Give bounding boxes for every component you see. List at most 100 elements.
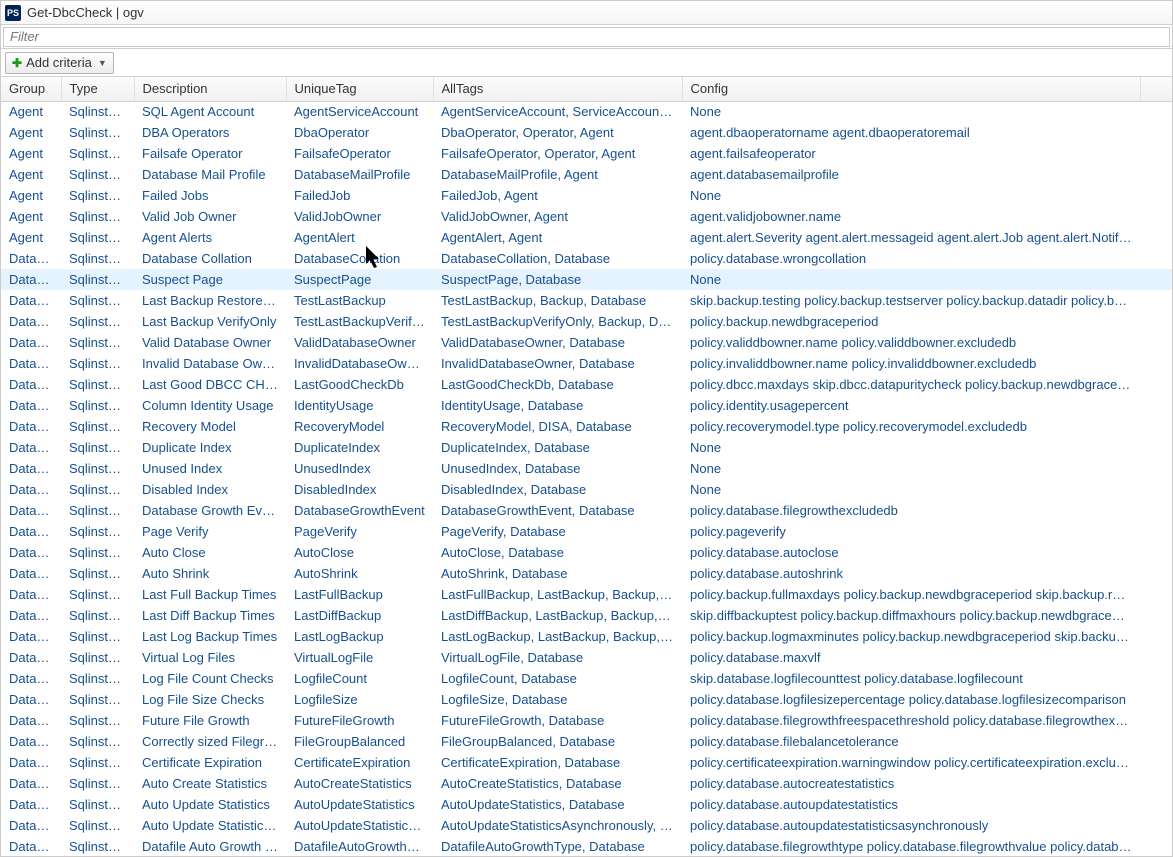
table-row[interactable]: DatabaseSqlinstanceDatabase Growth Event… (1, 500, 1172, 521)
table-row[interactable]: DatabaseSqlinstanceLast Backup Restore T… (1, 290, 1172, 311)
table-row[interactable]: DatabaseSqlinstanceDatabase CollationDat… (1, 248, 1172, 269)
table-row[interactable]: DatabaseSqlinstanceSuspect PageSuspectPa… (1, 269, 1172, 290)
cell-blank (1140, 731, 1172, 752)
table-row[interactable]: DatabaseSqlinstanceInvalid Database Owne… (1, 353, 1172, 374)
table-row[interactable]: DatabaseSqlinstanceDuplicate IndexDuplic… (1, 437, 1172, 458)
filter-input[interactable] (3, 27, 1170, 47)
cell-description: Future File Growth (134, 710, 286, 731)
cell-description: Auto Update Statistics (134, 794, 286, 815)
table-row[interactable]: DatabaseSqlinstanceAuto ShrinkAutoShrink… (1, 563, 1172, 584)
col-header-alltags[interactable]: AllTags (433, 77, 682, 101)
table-row[interactable]: AgentSqlinstanceDatabase Mail ProfileDat… (1, 164, 1172, 185)
cell-group: Database (1, 248, 61, 269)
cell-description: Correctly sized Filegroup... (134, 731, 286, 752)
col-header-blank[interactable] (1140, 77, 1172, 101)
cell-uniquetag: SuspectPage (286, 269, 433, 290)
col-header-config[interactable]: Config (682, 77, 1140, 101)
cell-config: policy.database.filegrowthexcludedb (682, 500, 1140, 521)
table-row[interactable]: DatabaseSqlinstanceFuture File GrowthFut… (1, 710, 1172, 731)
cell-config: policy.database.filebalancetolerance (682, 731, 1140, 752)
table-row[interactable]: DatabaseSqlinstanceColumn Identity Usage… (1, 395, 1172, 416)
cell-config: policy.certificateexpiration.warningwind… (682, 752, 1140, 773)
table-row[interactable]: DatabaseSqlinstanceLast Log Backup Times… (1, 626, 1172, 647)
add-criteria-button[interactable]: ✚ Add criteria ▼ (5, 52, 114, 74)
cell-description: Last Backup VerifyOnly (134, 311, 286, 332)
cell-uniquetag: CertificateExpiration (286, 752, 433, 773)
table-row[interactable]: AgentSqlinstanceSQL Agent AccountAgentSe… (1, 101, 1172, 122)
table-row[interactable]: DatabaseSqlinstanceCorrectly sized Fileg… (1, 731, 1172, 752)
table-row[interactable]: AgentSqlinstanceAgent AlertsAgentAlertAg… (1, 227, 1172, 248)
cell-group: Database (1, 500, 61, 521)
cell-description: Last Backup Restore Test (134, 290, 286, 311)
table-row[interactable]: DatabaseSqlinstanceVirtual Log FilesVirt… (1, 647, 1172, 668)
cell-blank (1140, 353, 1172, 374)
cell-blank (1140, 626, 1172, 647)
cell-blank (1140, 185, 1172, 206)
grid[interactable]: Group Type Description UniqueTag AllTags… (1, 77, 1172, 856)
cell-config: policy.identity.usagepercent (682, 395, 1140, 416)
cell-uniquetag: DatabaseMailProfile (286, 164, 433, 185)
cell-alltags: RecoveryModel, DISA, Database (433, 416, 682, 437)
cell-type: Sqlinstance (61, 668, 134, 689)
table-row[interactable]: AgentSqlinstanceFailsafe OperatorFailsaf… (1, 143, 1172, 164)
table-row[interactable]: DatabaseSqlinstanceAuto Create Statistic… (1, 773, 1172, 794)
cell-type: Sqlinstance (61, 836, 134, 856)
cell-config: agent.failsafeoperator (682, 143, 1140, 164)
table-row[interactable]: DatabaseSqlinstanceUnused IndexUnusedInd… (1, 458, 1172, 479)
cell-blank (1140, 437, 1172, 458)
cell-description: DBA Operators (134, 122, 286, 143)
table-row[interactable]: AgentSqlinstanceDBA OperatorsDbaOperator… (1, 122, 1172, 143)
cell-type: Sqlinstance (61, 101, 134, 122)
cell-group: Agent (1, 164, 61, 185)
cell-config: agent.databasemailprofile (682, 164, 1140, 185)
cell-blank (1140, 143, 1172, 164)
cell-group: Database (1, 836, 61, 856)
table-row[interactable]: DatabaseSqlinstanceLast Backup VerifyOnl… (1, 311, 1172, 332)
col-header-description[interactable]: Description (134, 77, 286, 101)
cell-alltags: AutoCreateStatistics, Database (433, 773, 682, 794)
cell-type: Sqlinstance (61, 773, 134, 794)
cell-description: Invalid Database Owner (134, 353, 286, 374)
cell-uniquetag: LastFullBackup (286, 584, 433, 605)
cell-group: Agent (1, 101, 61, 122)
table-row[interactable]: DatabaseSqlinstanceAuto CloseAutoCloseAu… (1, 542, 1172, 563)
table-row[interactable]: DatabaseSqlinstanceValid Database OwnerV… (1, 332, 1172, 353)
cell-type: Sqlinstance (61, 794, 134, 815)
table-row[interactable]: DatabaseSqlinstanceDatafile Auto Growth … (1, 836, 1172, 856)
cell-config: None (682, 479, 1140, 500)
cell-uniquetag: FutureFileGrowth (286, 710, 433, 731)
table-row[interactable]: DatabaseSqlinstancePage VerifyPageVerify… (1, 521, 1172, 542)
table-row[interactable]: DatabaseSqlinstanceCertificate Expiratio… (1, 752, 1172, 773)
cell-config: policy.backup.newdbgraceperiod (682, 311, 1140, 332)
table-row[interactable]: DatabaseSqlinstanceRecovery ModelRecover… (1, 416, 1172, 437)
cell-uniquetag: RecoveryModel (286, 416, 433, 437)
plus-icon: ✚ (12, 56, 22, 70)
cell-type: Sqlinstance (61, 605, 134, 626)
table-row[interactable]: AgentSqlinstanceFailed JobsFailedJobFail… (1, 185, 1172, 206)
cell-group: Database (1, 542, 61, 563)
cell-type: Sqlinstance (61, 353, 134, 374)
table-row[interactable]: DatabaseSqlinstanceAuto Update Statistic… (1, 815, 1172, 836)
cell-uniquetag: DisabledIndex (286, 479, 433, 500)
table-row[interactable]: DatabaseSqlinstanceLast Full Backup Time… (1, 584, 1172, 605)
cell-group: Database (1, 584, 61, 605)
cell-uniquetag: UnusedIndex (286, 458, 433, 479)
table-row[interactable]: DatabaseSqlinstanceLast Good DBCC CHECKD… (1, 374, 1172, 395)
cell-type: Sqlinstance (61, 752, 134, 773)
cell-description: Failsafe Operator (134, 143, 286, 164)
table-row[interactable]: DatabaseSqlinstanceLog File Count Checks… (1, 668, 1172, 689)
table-row[interactable]: DatabaseSqlinstanceAuto Update Statistic… (1, 794, 1172, 815)
table-row[interactable]: DatabaseSqlinstanceLog File Size ChecksL… (1, 689, 1172, 710)
cell-config: policy.database.autocreatestatistics (682, 773, 1140, 794)
col-header-uniquetag[interactable]: UniqueTag (286, 77, 433, 101)
col-header-type[interactable]: Type (61, 77, 134, 101)
cell-description: Last Log Backup Times (134, 626, 286, 647)
filter-row (1, 25, 1172, 49)
table-row[interactable]: DatabaseSqlinstanceLast Diff Backup Time… (1, 605, 1172, 626)
table-row[interactable]: AgentSqlinstanceValid Job OwnerValidJobO… (1, 206, 1172, 227)
cell-group: Database (1, 437, 61, 458)
table-row[interactable]: DatabaseSqlinstanceDisabled IndexDisable… (1, 479, 1172, 500)
col-header-group[interactable]: Group (1, 77, 61, 101)
cell-description: Failed Jobs (134, 185, 286, 206)
titlebar[interactable]: PS Get-DbcCheck | ogv (1, 1, 1172, 25)
